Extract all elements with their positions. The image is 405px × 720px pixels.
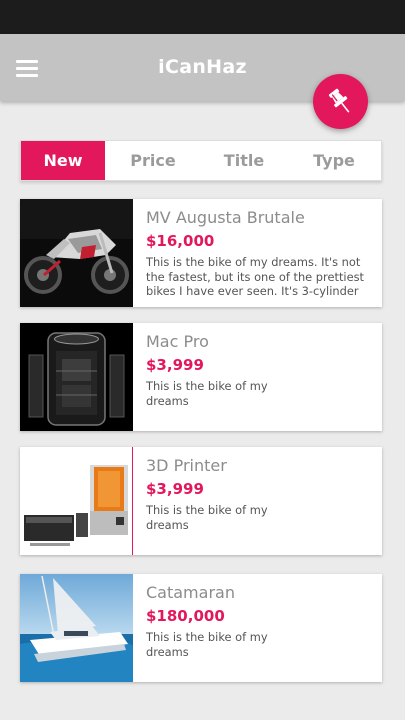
item-description: This is the bike of my dreams. It's not … <box>146 255 364 299</box>
item-name: MV Augusta Brutale <box>146 208 305 227</box>
item-description: This is the bike of my dreams <box>146 630 268 659</box>
item-price: $3,999 <box>146 356 204 374</box>
item-name: 3D Printer <box>146 456 227 475</box>
tab-price[interactable]: Price <box>105 141 201 180</box>
item-description: This is the bike of my dreams <box>146 503 268 532</box>
list-item[interactable]: 3D Printer $3,999 This is the bike of my… <box>20 447 382 555</box>
status-bar <box>0 0 405 34</box>
mac-pro-thumbnail <box>20 323 133 431</box>
tab-title[interactable]: Title <box>201 141 287 180</box>
tab-type[interactable]: Type <box>287 141 381 180</box>
item-description: This is the bike of my dreams <box>146 379 268 408</box>
item-price: $16,000 <box>146 232 215 250</box>
list-item[interactable]: Catamaran $180,000 This is the bike of m… <box>20 574 382 682</box>
add-pin-button[interactable] <box>313 74 368 129</box>
3d-printer-thumbnail <box>20 447 133 555</box>
catamaran-thumbnail <box>20 574 133 682</box>
item-price: $180,000 <box>146 607 225 625</box>
item-name: Mac Pro <box>146 332 209 351</box>
motorcycle-thumbnail <box>20 199 133 307</box>
item-price: $3,999 <box>146 480 204 498</box>
pin-icon <box>328 88 350 113</box>
tab-new[interactable]: New <box>21 141 105 180</box>
list-item[interactable]: MV Augusta Brutale $16,000 This is the b… <box>20 199 382 307</box>
item-name: Catamaran <box>146 583 235 602</box>
sort-tabs: New Price Title Type <box>20 140 382 181</box>
list-item[interactable]: Mac Pro $3,999 This is the bike of my dr… <box>20 323 382 431</box>
